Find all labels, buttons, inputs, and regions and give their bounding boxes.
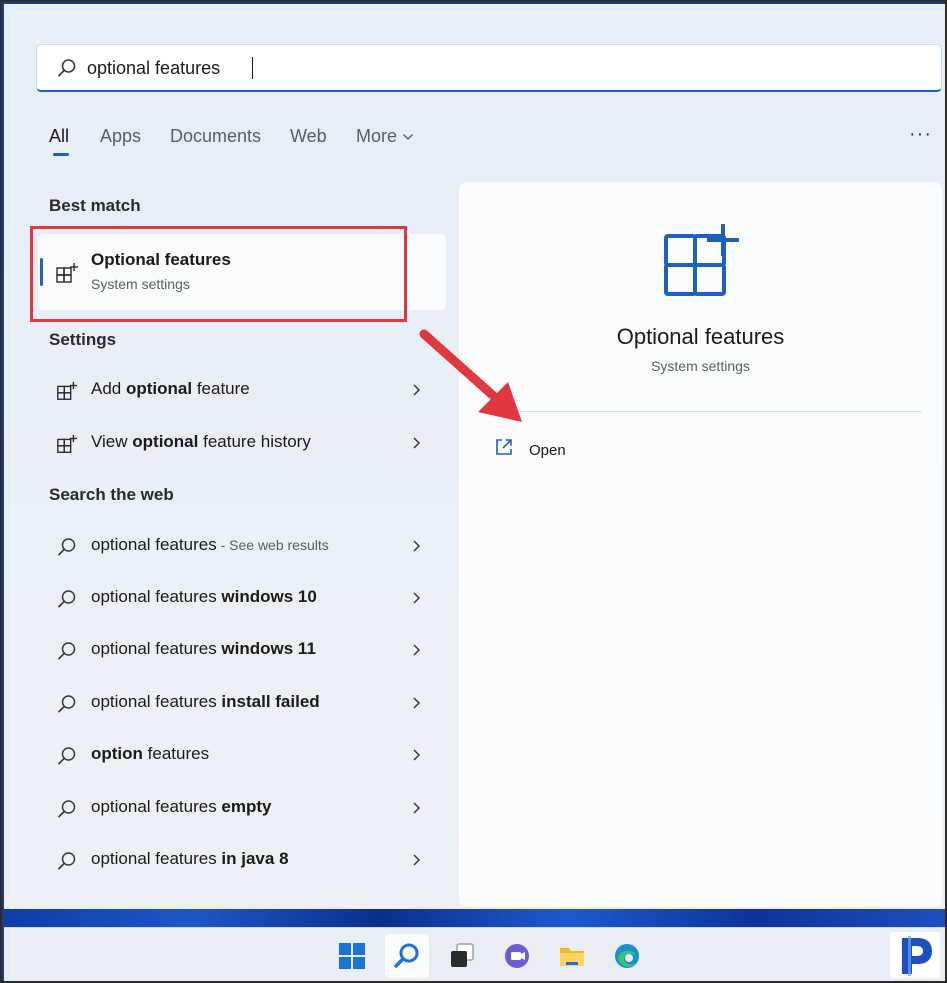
optional-features-icon xyxy=(664,224,739,296)
screenshot-frame: All Apps Documents Web More ··· Best mat… xyxy=(0,0,947,983)
chat-button[interactable] xyxy=(495,934,539,978)
edge-icon xyxy=(615,944,639,968)
tab-documents[interactable]: Documents xyxy=(170,126,261,147)
search-icon xyxy=(58,538,76,556)
settings-item-label: Add optional feature xyxy=(91,379,250,398)
chevron-right-icon xyxy=(413,540,421,552)
settings-item-add-optional-feature[interactable]: Add optional feature xyxy=(38,368,446,412)
file-explorer-icon xyxy=(560,948,584,966)
tab-more[interactable]: More xyxy=(356,126,397,147)
chevron-right-icon xyxy=(413,802,421,814)
open-button[interactable]: Open xyxy=(489,434,689,464)
search-icon xyxy=(58,852,76,870)
annotation-arrow-icon xyxy=(419,329,522,422)
search-icon xyxy=(58,695,76,713)
optional-features-icon xyxy=(57,434,78,453)
chevron-right-icon xyxy=(413,437,421,449)
web-result-item[interactable]: optional features in java 8 xyxy=(38,838,446,882)
settings-heading: Settings xyxy=(49,330,117,349)
start-icon xyxy=(339,943,365,969)
text-caret xyxy=(252,57,253,79)
web-result-label: optional features - See web results xyxy=(91,535,329,554)
chat-icon xyxy=(505,944,529,968)
preview-pane: Optional features System settings Open xyxy=(459,182,942,907)
web-result-item[interactable]: option features xyxy=(38,733,446,777)
web-result-label: optional features in java 8 xyxy=(91,849,289,868)
start-button[interactable] xyxy=(330,934,374,978)
taskbar xyxy=(4,927,945,981)
edge-button[interactable] xyxy=(605,934,649,978)
search-input[interactable] xyxy=(87,53,927,83)
open-external-icon xyxy=(496,439,512,455)
web-result-item[interactable]: optional features install failed xyxy=(38,681,446,725)
chevron-right-icon xyxy=(413,644,421,656)
settings-item-view-optional-feature-history[interactable]: View optional feature history xyxy=(38,421,446,465)
chevron-right-icon xyxy=(413,697,421,709)
task-view-icon xyxy=(451,943,474,967)
web-result-label: optional features windows 11 xyxy=(91,639,316,658)
brand-logo-icon xyxy=(890,932,940,978)
web-result-label: optional features install failed xyxy=(91,692,320,711)
optional-features-icon xyxy=(57,381,78,400)
more-options-button[interactable]: ··· xyxy=(909,123,932,146)
highlight-box xyxy=(30,226,407,322)
web-result-label: option features xyxy=(91,744,210,763)
search-icon xyxy=(58,747,76,765)
active-tab-indicator xyxy=(53,153,69,156)
task-view-button[interactable] xyxy=(440,934,484,978)
web-result-label: optional features empty xyxy=(91,797,272,816)
chevron-right-icon xyxy=(413,592,421,604)
chevron-right-icon xyxy=(413,749,421,761)
search-icon xyxy=(58,800,76,818)
settings-item-label: View optional feature history xyxy=(91,432,311,451)
web-result-item[interactable]: optional features empty xyxy=(38,786,446,830)
web-result-item[interactable]: optional features windows 11 xyxy=(38,628,446,672)
search-icon xyxy=(58,590,76,608)
tab-apps[interactable]: Apps xyxy=(100,126,141,147)
tab-all[interactable]: All xyxy=(49,126,69,147)
search-icon xyxy=(58,59,76,77)
open-label: Open xyxy=(529,442,566,459)
file-explorer-button[interactable] xyxy=(550,934,594,978)
web-result-label: optional features windows 10 xyxy=(91,587,317,606)
chevron-right-icon xyxy=(413,854,421,866)
search-box[interactable] xyxy=(36,44,942,92)
best-match-heading: Best match xyxy=(49,196,141,215)
search-icon xyxy=(394,943,419,968)
divider xyxy=(479,411,922,412)
chevron-down-icon xyxy=(403,134,413,140)
search-icon xyxy=(58,642,76,660)
web-result-item[interactable]: optional features - See web results xyxy=(38,524,446,568)
search-the-web-heading: Search the web xyxy=(49,485,174,504)
web-result-item[interactable]: optional features windows 10 xyxy=(38,576,446,620)
tab-web[interactable]: Web xyxy=(290,126,327,147)
taskbar-search-button[interactable] xyxy=(385,934,429,978)
